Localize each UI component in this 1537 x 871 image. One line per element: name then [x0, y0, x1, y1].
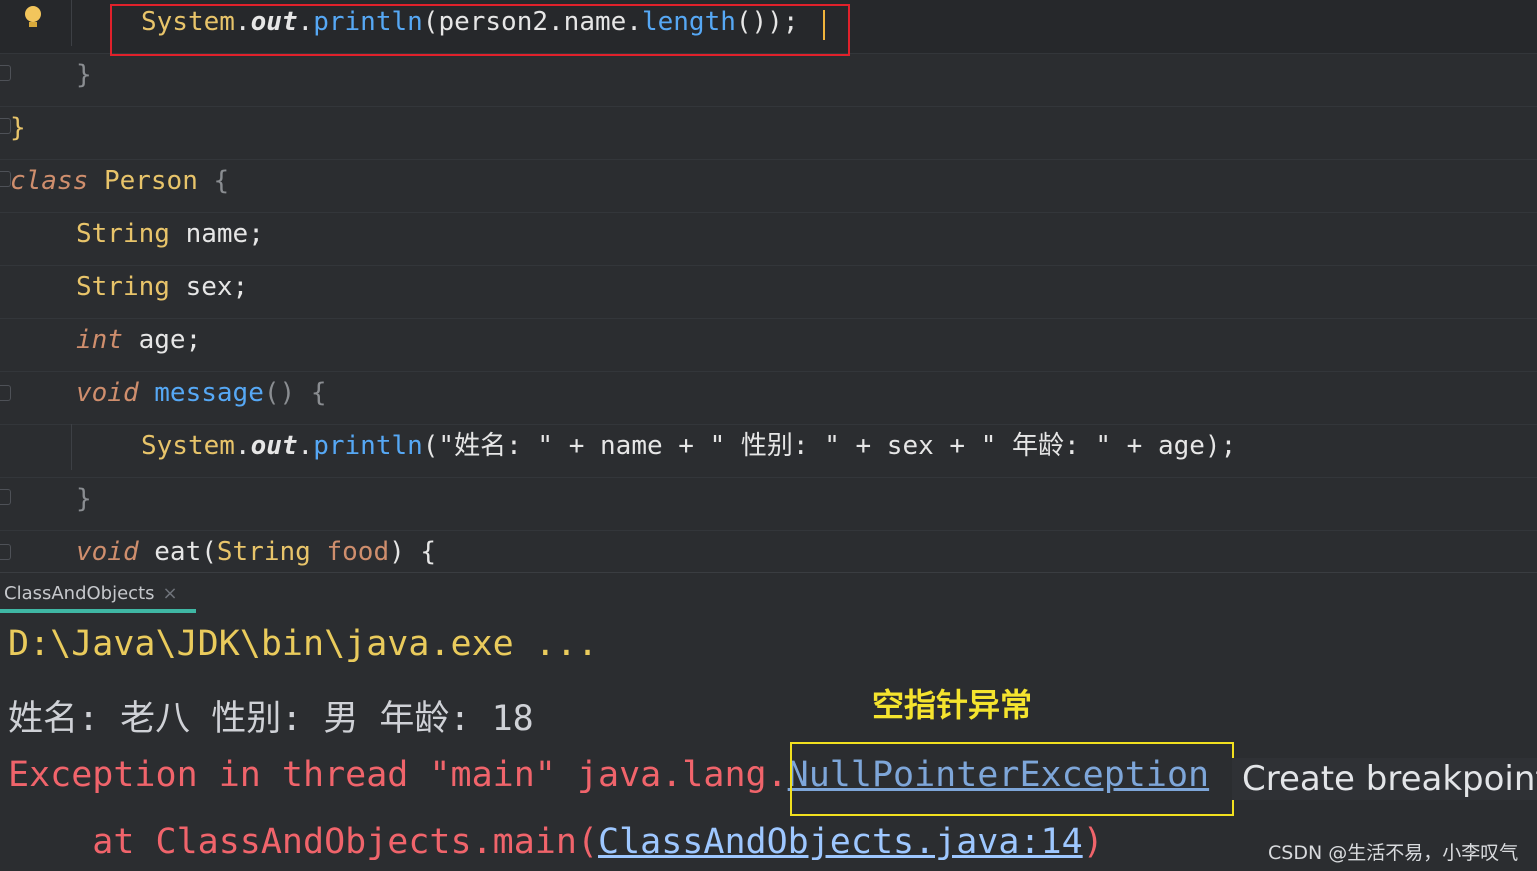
source-location-link[interactable]: ClassAndObjects.java:14	[598, 822, 1083, 862]
active-tab-indicator	[0, 609, 196, 613]
token: (	[201, 537, 217, 567]
console-output-line: 姓名: 老八 性别: 男 年龄: 18	[8, 699, 534, 739]
code-line-10[interactable]: }	[0, 477, 1537, 531]
annotation-label: 空指针异常	[872, 686, 1033, 724]
param-name: food	[326, 537, 390, 567]
code-line-6[interactable]: String sex;	[0, 265, 1537, 319]
type: String	[76, 219, 170, 249]
code-editor[interactable]: System.out.println(person2.name.length()…	[0, 0, 1537, 572]
method-name: eat	[154, 537, 202, 567]
console-stacktrace-line: at ClassAndObjects.main(ClassAndObjects.…	[8, 822, 1104, 862]
gutter-guide	[71, 0, 72, 46]
code-line-9[interactable]: System.out.println("姓名: " + name + " 性别:…	[0, 424, 1537, 478]
keyword: int	[76, 325, 123, 355]
closing-brace: }	[76, 60, 92, 90]
tab-classandobjects[interactable]: ClassAndObjects ×	[0, 573, 182, 613]
keyword: class	[10, 166, 89, 196]
token: System	[141, 431, 235, 461]
closing-brace: }	[76, 484, 92, 514]
token: age;	[138, 325, 202, 355]
tab-label: ClassAndObjects	[4, 583, 155, 604]
token: println	[313, 431, 423, 461]
run-tool-window-tabbar: ClassAndObjects ×	[0, 572, 1537, 616]
stack-prefix: at ClassAndObjects.main(	[8, 822, 599, 862]
type: String	[76, 272, 170, 302]
watermark: CSDN @生活不易，小李叹气	[1268, 842, 1519, 864]
code-line-3[interactable]: }	[0, 106, 1537, 160]
token: ("姓名: " + name + " 性别: " + sex + " 年龄: "…	[422, 431, 1237, 461]
token: sex;	[185, 272, 249, 302]
fold-marker-icon[interactable]	[0, 385, 11, 401]
keyword: void	[76, 537, 139, 567]
stack-suffix: )	[1082, 822, 1104, 862]
indent-guide	[71, 424, 72, 470]
exception-prefix: Exception in thread "main" java.lang.	[8, 755, 788, 795]
code-line-2[interactable]: }	[0, 53, 1537, 107]
token: () {	[263, 378, 327, 408]
closing-brace: }	[10, 113, 26, 143]
keyword: void	[76, 378, 139, 408]
token: .	[234, 431, 251, 461]
token: {	[213, 166, 230, 196]
code-line-8[interactable]: void message() {	[0, 371, 1537, 425]
code-line-7[interactable]: int age;	[0, 318, 1537, 372]
class-name: Person	[103, 166, 198, 196]
console-command-line: D:\Java\JDK\bin\java.exe ...	[8, 624, 599, 664]
fold-marker-icon[interactable]	[0, 544, 11, 560]
fold-marker-icon[interactable]	[0, 65, 11, 81]
yellow-highlight-box	[790, 742, 1234, 816]
close-icon[interactable]: ×	[163, 583, 178, 604]
red-highlight-box	[110, 4, 850, 56]
lightbulb-icon[interactable]	[25, 6, 41, 27]
token: out	[250, 431, 298, 461]
fold-marker-icon[interactable]	[0, 489, 11, 505]
token: ) {	[389, 537, 437, 567]
token: name;	[185, 219, 264, 249]
type: String	[216, 537, 311, 567]
method-name: message	[154, 378, 264, 408]
code-line-4[interactable]: class Person {	[0, 159, 1537, 213]
code-line-5[interactable]: String name;	[0, 212, 1537, 266]
create-breakpoint-popup[interactable]: Create breakpoint	[1232, 758, 1537, 800]
token: .	[297, 431, 314, 461]
